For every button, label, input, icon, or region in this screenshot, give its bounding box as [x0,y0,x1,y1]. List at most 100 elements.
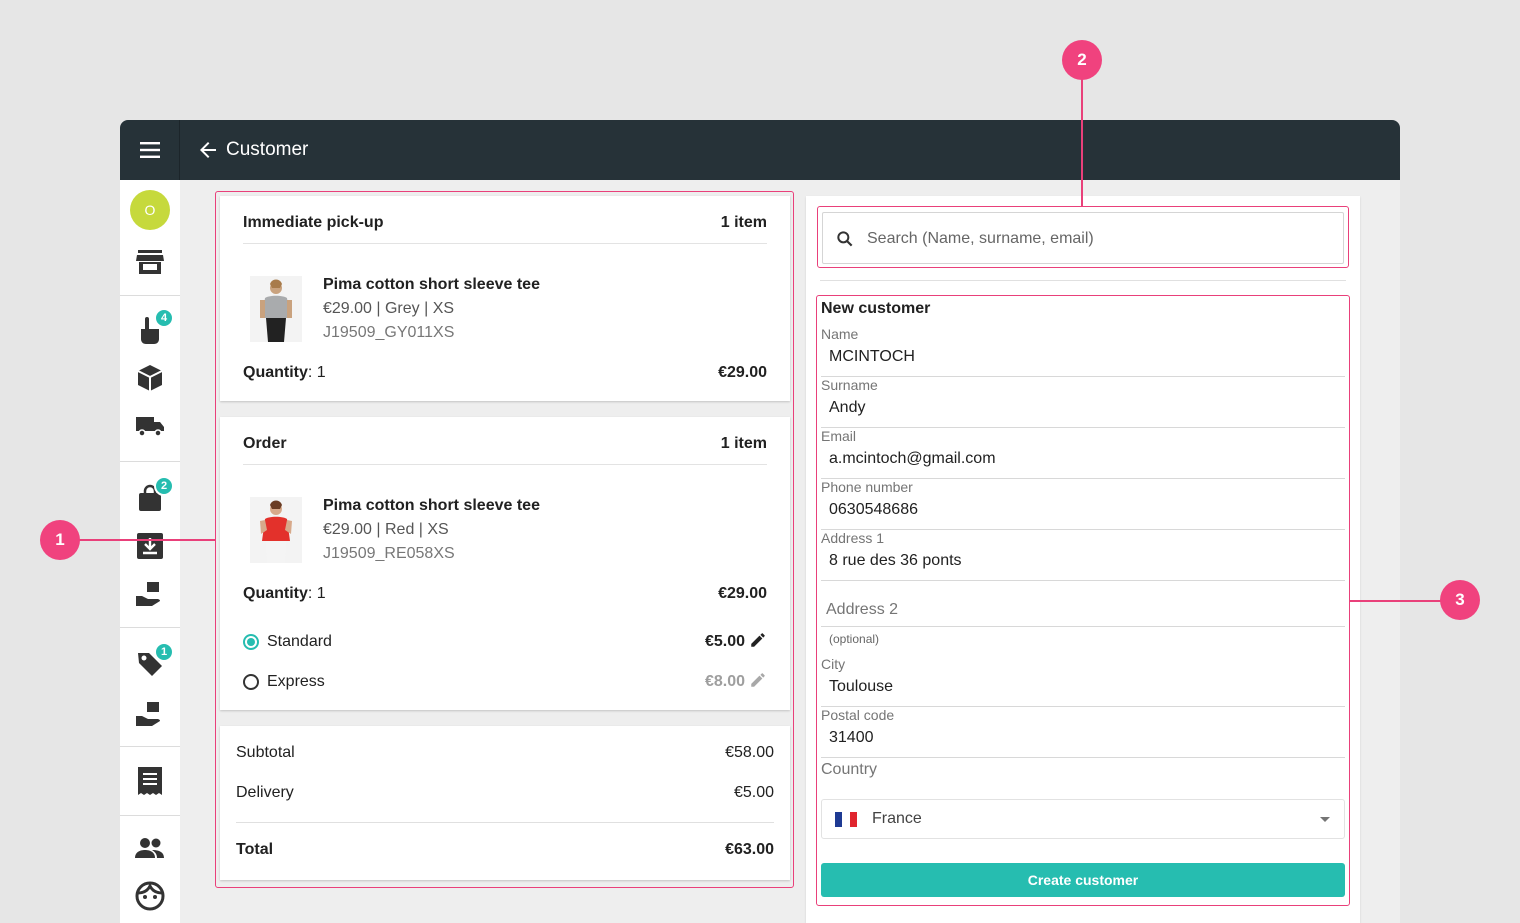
callout-leader [1081,78,1083,206]
product-sku: J19509_GY011XS [323,324,455,341]
address2-input[interactable]: Address 2 [826,601,898,619]
address2-field[interactable]: Address 2 [821,601,1345,627]
sidebar-item-shipping[interactable] [134,410,166,442]
sidebar-item-promotions[interactable]: 1 [134,642,174,680]
shipping-option-express[interactable]: Express €8.00 [243,671,767,695]
city-field[interactable]: City Toulouse [821,656,1345,707]
hand-package-icon [136,702,160,726]
address2-helper: (optional) [829,632,880,646]
radio-selected[interactable] [243,634,259,650]
subtotal-row: Subtotal €58.00 [236,744,774,761]
badge-orders: 2 [154,476,174,496]
divider [820,280,1346,281]
callout-leader [1350,600,1442,602]
sidebar-item-profile[interactable] [134,880,166,912]
surname-field[interactable]: Surname Andy [821,377,1345,428]
search-input[interactable]: Search (Name, surname, email) [867,230,1094,248]
divider [236,822,774,823]
store-icon [136,250,164,274]
surname-value[interactable]: Andy [829,399,865,417]
quantity: Quantity: 1 [243,585,326,602]
create-customer-button[interactable]: Create customer [821,863,1345,897]
box-icon [137,365,163,391]
callout-3: 3 [1440,580,1480,620]
sidebar-item-orders[interactable]: 2 [134,476,174,514]
callout-1: 1 [40,520,80,560]
country-select[interactable]: France [821,799,1345,839]
sidebar-item-packages[interactable] [134,362,166,394]
page-title: Customer [226,139,309,160]
order-count: 1 item [720,435,767,452]
sidebar-item-receipt[interactable] [134,765,166,797]
pencil-icon[interactable] [749,671,767,689]
order-card: Order 1 item Pima cotton short sleeve te… [220,417,790,710]
radio-unselected[interactable] [243,674,259,690]
name-field[interactable]: Name MCINTOCH [821,326,1345,377]
total-row: Total €63.00 [236,841,774,858]
truck-icon [136,417,164,437]
shipping-price: €5.00 [704,633,745,650]
address1-value[interactable]: 8 rue des 36 ponts [829,552,962,570]
city-value[interactable]: Toulouse [829,678,893,696]
product-name: Pima cotton short sleeve tee [323,497,540,514]
hand-package-icon [136,582,160,606]
sidebar-item-delivery[interactable] [134,578,166,610]
delivery-row: Delivery €5.00 [236,784,774,801]
address1-field[interactable]: Address 1 8 rue des 36 ponts [821,530,1345,581]
menu-button[interactable] [120,120,180,180]
line-price: €29.00 [718,585,767,602]
postal-code-value[interactable]: 31400 [829,729,874,747]
sidebar: O 4 2 1 [120,180,180,923]
phone-value[interactable]: 0630548686 [829,501,918,519]
france-flag-icon [835,812,857,827]
arrow-back-icon [200,142,216,158]
badge-promotions: 1 [154,642,174,662]
sidebar-item-customers[interactable] [134,832,166,864]
quantity: Quantity: 1 [243,364,326,381]
product-sku: J19509_RE058XS [323,545,455,562]
product-image-red [250,497,302,563]
country-value: France [872,810,922,827]
back-button[interactable] [196,138,220,162]
country-label: Country [821,761,878,778]
product-meta: €29.00 | Red | XS [323,521,449,538]
product-name: Pima cotton short sleeve tee [323,276,540,293]
callout-2: 2 [1062,40,1102,80]
app-window: Customer O 4 2 1 Immediate pick-up 1 ite… [120,120,1400,923]
shipping-label: Standard [267,633,332,650]
receipt-icon [138,767,162,795]
face-icon [135,881,165,911]
order-title: Order [243,435,287,452]
shipping-label: Express [267,673,325,690]
email-value[interactable]: a.mcintoch@gmail.com [829,450,996,468]
shipping-price: €8.00 [704,673,745,690]
top-bar: Customer [120,120,1400,180]
chevron-down-icon [1320,817,1330,822]
pencil-icon[interactable] [749,631,767,649]
name-value[interactable]: MCINTOCH [829,348,915,366]
sidebar-item-store[interactable] [134,246,166,278]
product-meta: €29.00 | Grey | XS [323,300,455,317]
form-title: New customer [821,300,931,317]
product-image-grey [250,276,302,342]
avatar[interactable]: O [130,190,170,230]
totals-card: Subtotal €58.00 Delivery €5.00 Total €63.00 [220,726,790,880]
customer-search[interactable]: Search (Name, surname, email) [822,212,1344,264]
email-field[interactable]: Email a.mcintoch@gmail.com [821,428,1345,479]
sidebar-item-receipts[interactable] [134,530,166,562]
customer-panel: Search (Name, surname, email) New custom… [806,196,1360,923]
download-box-icon [137,533,163,559]
badge-picking: 4 [154,308,174,328]
hamburger-menu-icon [139,142,160,158]
sidebar-item-returns[interactable] [134,698,166,730]
pickup-title: Immediate pick-up [243,214,384,231]
callout-leader [78,539,215,541]
sidebar-item-picking[interactable]: 4 [134,308,174,346]
search-icon [837,231,853,247]
line-price: €29.00 [718,364,767,381]
pickup-card: Immediate pick-up 1 item Pima cotton sho… [220,196,790,401]
people-icon [135,838,164,858]
shipping-option-standard[interactable]: Standard €5.00 [243,631,767,655]
phone-field[interactable]: Phone number 0630548686 [821,479,1345,530]
postal-code-field[interactable]: Postal code 31400 [821,707,1345,758]
